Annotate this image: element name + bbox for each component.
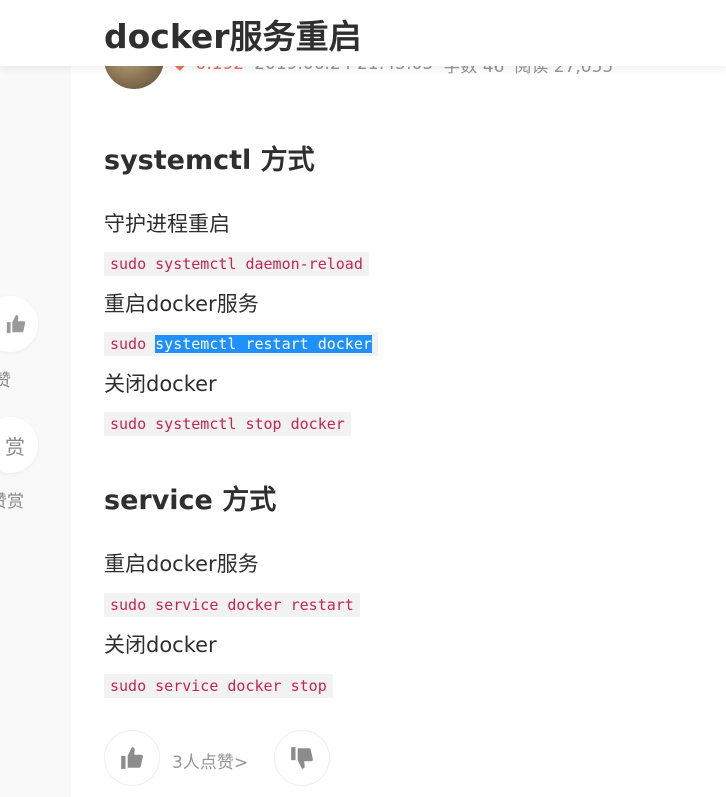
- sticky-header: docker服务重启: [0, 0, 726, 66]
- footer-dislike-button[interactable]: [274, 730, 330, 786]
- code-snippet[interactable]: sudo systemctl restart docker: [104, 332, 378, 356]
- page-title: docker服务重启: [104, 17, 362, 56]
- code-snippet[interactable]: sudo systemctl daemon-reload: [104, 252, 369, 276]
- code-snippet[interactable]: sudo systemctl stop docker: [104, 412, 351, 436]
- like-button[interactable]: [0, 296, 38, 352]
- reward-button[interactable]: 赏: [0, 417, 38, 473]
- reward-icon: 赏: [5, 436, 25, 459]
- step-label: 关闭docker: [104, 372, 217, 396]
- selected-code-text: systemctl restart docker: [155, 335, 372, 353]
- thumbs-up-icon: [6, 314, 26, 334]
- step-label: 守护进程重启: [104, 212, 230, 236]
- chevron-right-icon: >: [233, 753, 249, 773]
- likes-count: 3人点赞: [172, 753, 234, 773]
- code-snippet[interactable]: sudo service docker restart: [104, 593, 360, 617]
- step-label: 重启docker服务: [104, 552, 259, 576]
- likes-link[interactable]: 3人点赞>: [172, 748, 248, 773]
- thumbs-down-icon: [291, 747, 313, 769]
- section-heading-systemctl: systemctl 方式: [104, 145, 315, 176]
- step-label: 关闭docker: [104, 633, 217, 657]
- code-text: sudo: [110, 335, 156, 353]
- section-heading-service: service 方式: [104, 485, 277, 516]
- code-snippet[interactable]: sudo service docker stop: [104, 674, 333, 698]
- step-label: 重启docker服务: [104, 292, 259, 316]
- footer-like-button[interactable]: [104, 730, 160, 786]
- thumbs-up-icon: [121, 747, 143, 769]
- sidebar-like-label: 赞: [0, 371, 11, 391]
- sidebar-reward-label: 赞赏: [0, 492, 24, 512]
